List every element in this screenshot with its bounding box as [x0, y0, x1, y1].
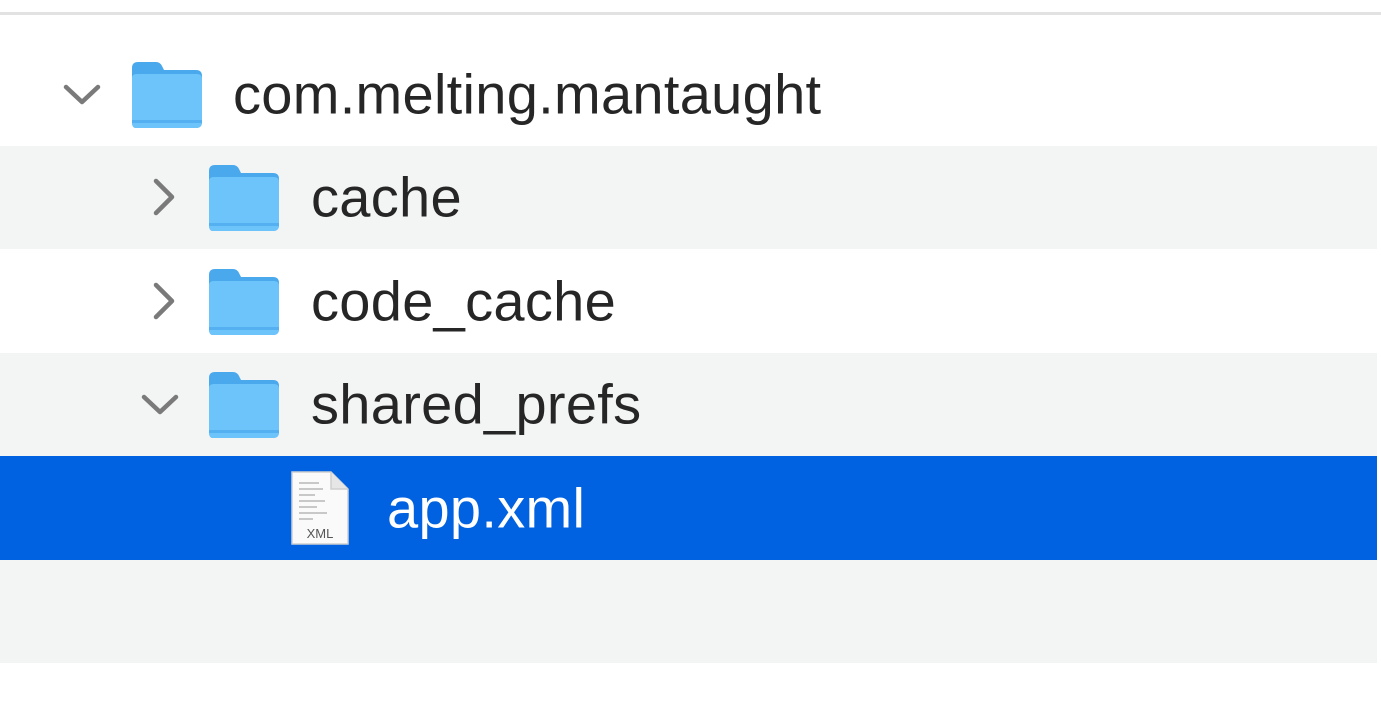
empty-row: [0, 559, 1377, 663]
tree-row-code-cache[interactable]: code_cache: [0, 249, 1377, 353]
tree-row-shared-prefs[interactable]: shared_prefs: [0, 352, 1377, 456]
folder-icon: [205, 265, 281, 337]
tree-row-app-xml[interactable]: XML app.xml: [0, 456, 1377, 560]
tree-row-cache[interactable]: cache: [0, 145, 1377, 249]
tree-item-label: app.xml: [387, 476, 586, 540]
tree-item-label: code_cache: [311, 269, 617, 333]
xml-file-icon: XML: [289, 469, 351, 547]
file-tree: com.melting.mantaught cache code_cache s…: [0, 42, 1381, 663]
chevron-right-icon[interactable]: [144, 281, 184, 321]
tree-row-com-melting-mantaught[interactable]: com.melting.mantaught: [0, 42, 1377, 146]
tree-item-label: cache: [311, 165, 462, 229]
folder-icon: [205, 161, 281, 233]
xml-badge: XML: [307, 526, 334, 541]
folder-icon: [205, 368, 281, 440]
chevron-down-icon[interactable]: [140, 384, 180, 424]
chevron-down-icon[interactable]: [62, 74, 102, 114]
top-divider: [0, 12, 1381, 15]
tree-item-label: com.melting.mantaught: [233, 62, 822, 126]
tree-item-label: shared_prefs: [311, 372, 642, 436]
folder-icon: [128, 58, 204, 130]
chevron-right-icon[interactable]: [144, 177, 184, 217]
